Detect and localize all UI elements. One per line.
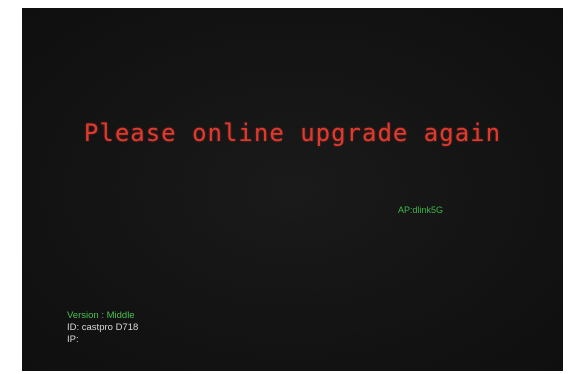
device-info: Version : Middle ID: castpro D718 IP: <box>67 310 138 346</box>
device-id-label: ID: castpro D718 <box>67 322 139 333</box>
ip-label: IP: <box>67 334 79 345</box>
upgrade-message: Please online upgrade again <box>83 119 502 147</box>
tv-screen: Please online upgrade again AP:dlink5G V… <box>22 8 563 371</box>
access-point-label: AP:dlink5G <box>398 205 444 215</box>
tv-frame: Please online upgrade again AP:dlink5G V… <box>0 0 570 374</box>
version-label: Version : Middle <box>67 310 135 321</box>
